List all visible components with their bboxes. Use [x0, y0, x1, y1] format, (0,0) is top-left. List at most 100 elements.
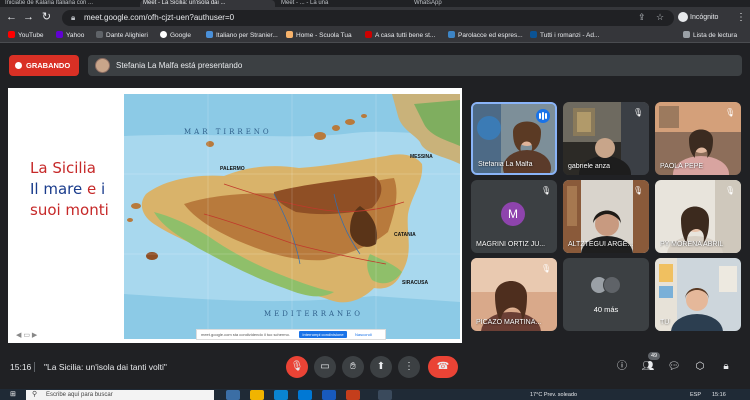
raise-hand-button[interactable]: ✋︎: [342, 356, 364, 378]
self-tile[interactable]: TÚ: [655, 258, 741, 331]
tab-2-active[interactable]: Meet - La Sicilia: un'isola dai ...: [140, 0, 275, 7]
taskbar-clock[interactable]: 15:16: [712, 390, 726, 400]
hang-up-icon: ☎︎: [436, 361, 450, 372]
participant-tile[interactable]: Stefania La Malfa: [471, 102, 557, 175]
participant-name: MAGRINI ORTIZ JU...: [476, 241, 546, 248]
participant-tile[interactable]: 🎙︎ ALTZTEGUI ARGE...: [563, 180, 649, 253]
present-icon: ⬆: [376, 361, 386, 372]
reading-list-label: Lista de lectura: [693, 32, 738, 39]
meet-controls-bar: 15:16 "La Sicilia: un'isola dai tanti vo…: [0, 350, 750, 384]
reload-icon[interactable]: ↻: [40, 11, 53, 24]
stop-sharing-button[interactable]: Interrompi condivisione: [299, 331, 347, 338]
browser-menu-icon[interactable]: ⋮: [736, 11, 746, 24]
page-icon: [448, 31, 455, 38]
reading-list-icon: [683, 31, 690, 38]
share-url-icon[interactable]: ⇪: [638, 12, 646, 23]
mail-icon[interactable]: [298, 390, 312, 400]
participant-tile[interactable]: 🎙︎ PAOLA PEPE: [655, 102, 741, 175]
camera-icon: ▭: [320, 361, 330, 372]
participant-tile[interactable]: 🎙︎ PICAZO MARTINA...: [471, 258, 557, 331]
map-label-tyrrhenian: MAR TIRRENO: [184, 128, 272, 136]
present-screen-button[interactable]: ⬆: [370, 356, 392, 378]
bookmark-parolacce[interactable]: Parolacce ed espres...: [448, 30, 523, 41]
map-label-mediterranean: MEDITERRANEO: [264, 310, 364, 318]
participant-name: ALTZTEGUI ARGE...: [568, 241, 634, 248]
hide-notice-button[interactable]: Nascondi: [355, 331, 372, 338]
tab-4[interactable]: WhatsApp: [411, 0, 521, 7]
recording-indicator[interactable]: GRABANDO: [9, 55, 79, 76]
weather-widget[interactable]: 17°C Prev. soleado: [530, 390, 577, 400]
windows-start-icon[interactable]: ⊞: [10, 391, 18, 399]
bookmark-google[interactable]: Google: [160, 30, 191, 41]
bookmark-label: Italiano per Stranier...: [216, 32, 278, 39]
participant-name: TÚ: [660, 319, 670, 326]
incognito-label: Incógnito: [690, 14, 719, 21]
reading-list[interactable]: Lista de lectura: [683, 30, 737, 41]
taskbar-search-input[interactable]: ⚲ Escribe aquí para buscar: [26, 390, 214, 400]
host-controls-icon[interactable]: 🔒︎: [719, 360, 733, 374]
chrome-icon[interactable]: [378, 390, 392, 400]
page-icon: [286, 31, 293, 38]
search-icon: ⚲: [32, 391, 38, 398]
participant-name: PICAZO MARTINA...: [476, 319, 542, 326]
tab-1[interactable]: Iniciatie de Kalaria Italiana con ...: [2, 0, 137, 7]
browser-toolbar: ← → ↻ 🔒︎ meet.google.com/ofh-cjzt-uen?au…: [0, 7, 750, 28]
task-view-icon[interactable]: [226, 390, 240, 400]
page-icon: [365, 31, 372, 38]
participant-name: gabriele anza: [568, 163, 611, 170]
info-icon[interactable]: ⓘ: [615, 360, 629, 374]
participant-name: Stefania La Malfa: [478, 161, 533, 168]
microphone-toggle-button[interactable]: 🎙︎: [286, 356, 308, 378]
page-icon: [530, 31, 537, 38]
more-options-button[interactable]: ⋮: [398, 356, 420, 378]
lock-icon: 🔒︎: [71, 13, 76, 22]
bookmarks-bar: YouTube Yahoo Dante Alighieri Google Ita…: [0, 28, 750, 43]
address-bar[interactable]: 🔒︎ meet.google.com/ofh-cjzt-uen?authuser…: [62, 10, 674, 26]
language-indicator[interactable]: ESP: [690, 390, 701, 400]
word-icon[interactable]: [322, 390, 336, 400]
people-icon[interactable]: 👥︎: [641, 360, 655, 374]
incognito-indicator[interactable]: Incógnito: [678, 11, 718, 24]
star-icon[interactable]: ☆: [656, 12, 664, 23]
bookmark-romanzi[interactable]: Tutti i romanzi - Ad...: [530, 30, 599, 41]
map-label-siracusa: SIRACUSA: [402, 280, 429, 286]
participant-tile[interactable]: 🎙︎ gabriele anza: [563, 102, 649, 175]
activities-icon[interactable]: ⬡: [693, 360, 707, 374]
slide-pager-icons[interactable]: ◀ ▭ ▶: [16, 331, 37, 339]
edge-icon[interactable]: [274, 390, 288, 400]
bookmark-dante[interactable]: Dante Alighieri: [96, 30, 148, 41]
bookmark-italiano[interactable]: Italiano per Stranier...: [206, 30, 278, 41]
screen-share-notice: meet.google.com sta condividendo il tuo …: [196, 329, 386, 340]
record-icon: [15, 62, 22, 69]
bookmark-label: Yahoo: [66, 32, 85, 39]
more-vert-icon: ⋮: [404, 361, 414, 372]
hand-icon: ✋︎: [350, 361, 356, 372]
mic-off-icon: 🎙︎: [633, 108, 644, 117]
participant-avatar: [603, 276, 621, 294]
mic-off-icon: 🎙︎: [633, 186, 644, 195]
chat-icon[interactable]: 💬︎: [667, 360, 681, 374]
back-icon[interactable]: ←: [5, 11, 18, 24]
mic-off-icon: 🎙︎: [541, 186, 552, 195]
file-explorer-icon[interactable]: [250, 390, 264, 400]
meeting-title: "La Sicilia: un'isola dai tanti volti": [44, 362, 167, 372]
powerpoint-icon[interactable]: [346, 390, 360, 400]
taskbar-search-placeholder: Escribe aquí para buscar: [46, 392, 113, 398]
slide-title-line3: suoi monti: [30, 201, 109, 219]
bookmark-scuola[interactable]: Home - Scuola Tua: [286, 30, 352, 41]
bookmark-youtube[interactable]: YouTube: [8, 30, 44, 41]
camera-toggle-button[interactable]: ▭: [314, 356, 336, 378]
forward-icon[interactable]: →: [22, 11, 35, 24]
tab-strip: Iniciatie de Kalaria Italiana con ... Me…: [0, 0, 750, 7]
bookmark-label: YouTube: [18, 32, 44, 39]
share-notice-text: meet.google.com sta condividendo il tuo …: [201, 332, 290, 337]
leave-call-button[interactable]: ☎︎: [428, 356, 458, 378]
sicily-map: MAR TIRRENO MEDITERRANEO PALERMO MESSINA…: [124, 94, 460, 339]
slide-title-line2a: Il mare: [30, 180, 83, 198]
bookmark-yahoo[interactable]: Yahoo: [56, 30, 84, 41]
participant-tile[interactable]: M 🎙︎ MAGRINI ORTIZ JU...: [471, 180, 557, 253]
more-participants-tile[interactable]: 40 más: [563, 258, 649, 331]
tab-3[interactable]: Meet - ... - La una: [278, 0, 408, 7]
bookmark-a-casa[interactable]: A casa tutti bene st...: [365, 30, 435, 41]
participant-tile[interactable]: 🎙︎ PY MORENA ABRIL: [655, 180, 741, 253]
